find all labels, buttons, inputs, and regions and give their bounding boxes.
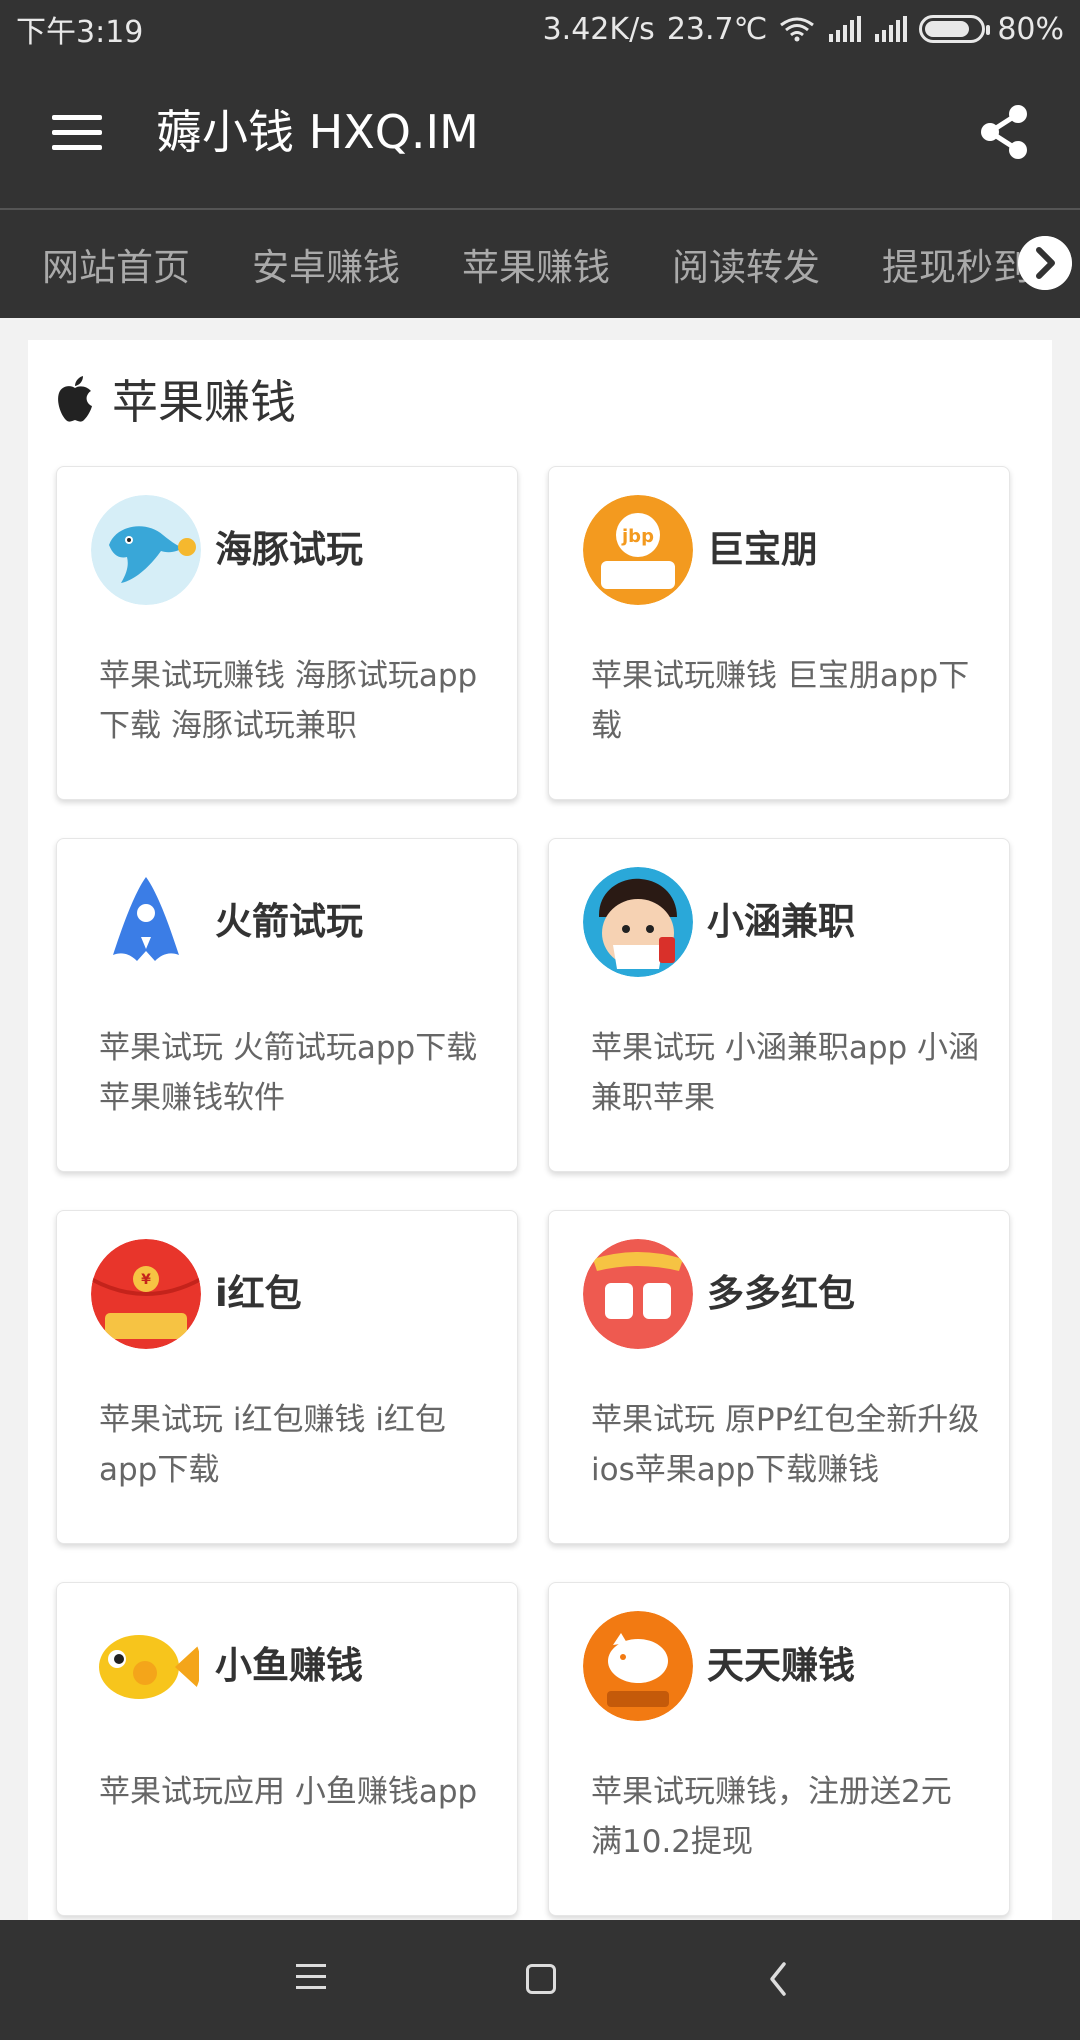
app-name: 多多红包 — [707, 1272, 855, 1315]
svg-text:jbp: jbp — [621, 526, 654, 547]
app-card-ihongbao[interactable]: ¥ i红包 苹果试玩 i红包赚钱 i红包app下载 — [56, 1210, 518, 1544]
app-card-tiantian[interactable]: 天天赚钱 苹果试玩赚钱，注册送2元满10.2提现 — [548, 1582, 1010, 1916]
tab-reading[interactable]: 阅读转发 — [672, 237, 820, 291]
home-icon[interactable] — [526, 1964, 556, 1994]
app-description: 苹果试玩赚钱 海豚试玩app下载 海豚试玩兼职 — [99, 658, 478, 744]
app-name: 小鱼赚钱 — [215, 1644, 363, 1687]
apple-icon — [58, 376, 92, 422]
app-card-haitun[interactable]: 海豚试玩 苹果试玩赚钱 海豚试玩app下载 海豚试玩兼职 — [56, 466, 518, 800]
duoduo-icon — [583, 1239, 693, 1349]
app-description: 苹果试玩 原PP红包全新升级 ios苹果app下载赚钱 — [591, 1402, 980, 1488]
app-description: 苹果试玩 火箭试玩app下载 苹果赚钱软件 — [99, 1030, 478, 1116]
nav-tabs: 网站首页 安卓赚钱 苹果赚钱 阅读转发 提现秒到 — [0, 210, 1050, 318]
status-time: 下午3:19 — [16, 15, 144, 50]
app-description: 苹果试玩赚钱 巨宝朋app下载 — [591, 658, 970, 744]
battery-icon — [919, 15, 991, 43]
status-indicators: 3.42K/s 23.7℃ 80% — [543, 12, 1064, 47]
app-name: 巨宝朋 — [707, 528, 818, 571]
signal-icon — [829, 16, 862, 42]
back-icon[interactable] — [766, 1960, 790, 1998]
tab-home[interactable]: 网站首页 — [42, 237, 190, 291]
app-description: 苹果试玩应用 小鱼赚钱app — [99, 1774, 478, 1810]
app-card-xiaoyu[interactable]: 小鱼赚钱 苹果试玩应用 小鱼赚钱app — [56, 1582, 518, 1916]
app-card-jubaopeng[interactable]: jbp 巨宝朋 苹果试玩赚钱 巨宝朋app下载 — [548, 466, 1010, 800]
signal-icon-2 — [875, 16, 908, 42]
app-name: 火箭试玩 — [215, 900, 363, 943]
dolphin-icon — [91, 495, 201, 605]
app-description: 苹果试玩赚钱，注册送2元满10.2提现 — [591, 1774, 952, 1860]
app-card-huojian[interactable]: 火箭试玩 苹果试玩 火箭试玩app下载 苹果赚钱软件 — [56, 838, 518, 1172]
app-name: 海豚试玩 — [215, 528, 363, 571]
app-name: 小涵兼职 — [707, 900, 855, 943]
temperature: 23.7℃ — [666, 11, 768, 47]
fish-icon — [91, 1611, 201, 1721]
jubaopeng-icon: jbp — [583, 495, 693, 605]
wifi-icon — [780, 17, 815, 42]
app-bar: 薅小钱 HXQ.IM — [0, 58, 1080, 208]
status-bar: 下午3:19 3.42K/s 23.7℃ 80% — [0, 0, 1080, 58]
system-nav-bar — [0, 1920, 1080, 2040]
tab-android[interactable]: 安卓赚钱 — [252, 237, 400, 291]
app-card-xiaohan[interactable]: 小涵兼职 苹果试玩 小涵兼职app 小涵兼职苹果 — [548, 838, 1010, 1172]
chevron-right-icon[interactable] — [1018, 236, 1072, 290]
battery-fill — [925, 21, 969, 37]
recent-apps-icon[interactable] — [296, 1964, 326, 1992]
section-header: 苹果赚钱 — [54, 366, 296, 432]
tab-apple[interactable]: 苹果赚钱 — [462, 237, 610, 291]
section-title: 苹果赚钱 — [112, 375, 296, 429]
category-nav: 网站首页 安卓赚钱 苹果赚钱 阅读转发 提现秒到 — [0, 208, 1080, 318]
svg-text:¥: ¥ — [141, 1272, 151, 1288]
hamburger-menu-icon[interactable] — [52, 115, 102, 151]
piggy-bank-icon — [583, 1611, 693, 1721]
boy-avatar-icon — [583, 867, 693, 977]
rocket-icon — [91, 867, 201, 977]
app-title: 薅小钱 HXQ.IM — [156, 105, 479, 159]
app-card-duoduo[interactable]: 多多红包 苹果试玩 原PP红包全新升级 ios苹果app下载赚钱 — [548, 1210, 1010, 1544]
tab-withdraw[interactable]: 提现秒到 — [882, 237, 1030, 291]
app-description: 苹果试玩 小涵兼职app 小涵兼职苹果 — [591, 1030, 980, 1116]
share-icon[interactable] — [976, 102, 1032, 162]
network-speed: 3.42K/s — [542, 11, 655, 47]
battery-percent: 80% — [997, 11, 1064, 47]
red-packet-icon: ¥ — [91, 1239, 201, 1349]
app-name: i红包 — [215, 1272, 302, 1315]
app-name: 天天赚钱 — [707, 1644, 855, 1687]
app-description: 苹果试玩 i红包赚钱 i红包app下载 — [99, 1402, 446, 1488]
